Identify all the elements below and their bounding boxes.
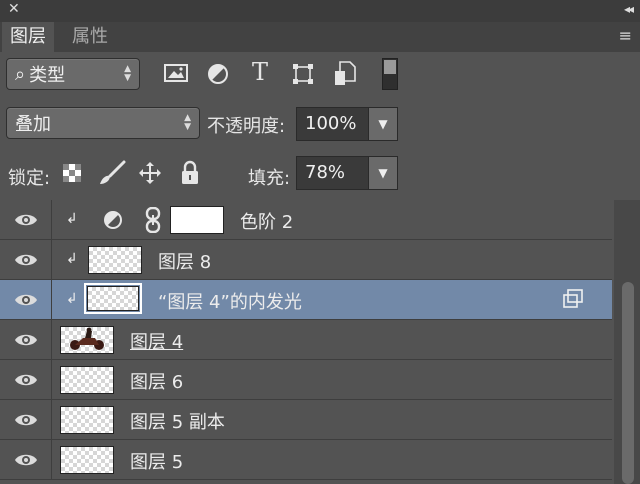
lock-transparent-pixels-icon[interactable] xyxy=(62,163,82,183)
smart-object-filter-icon[interactable] xyxy=(334,61,356,87)
lock-label: 锁定: xyxy=(8,168,51,189)
eye-icon xyxy=(15,334,37,346)
tab-properties[interactable]: 属性 xyxy=(64,22,116,52)
visibility-toggle[interactable] xyxy=(0,440,52,479)
search-icon: ⌕ xyxy=(15,63,26,85)
layer-row-selected[interactable]: ↲ “图层 4”的内发光 xyxy=(0,280,612,320)
adjustment-filter-icon[interactable] xyxy=(207,63,229,85)
shape-filter-icon[interactable] xyxy=(292,63,314,85)
layer-mask-thumbnail[interactable] xyxy=(170,206,224,234)
eye-icon xyxy=(15,254,37,266)
blend-mode-select[interactable]: 叠加 ▲ ▼ xyxy=(6,107,200,139)
chevron-updown-icon: ▲ ▼ xyxy=(124,64,131,83)
layers-scrollbar-thumb[interactable] xyxy=(622,282,634,484)
layer-thumbnail[interactable] xyxy=(60,326,114,354)
eye-icon xyxy=(15,214,37,226)
layer-thumbnail-frame[interactable] xyxy=(84,283,142,314)
visibility-toggle[interactable] xyxy=(0,240,52,279)
close-panel-icon[interactable]: ✕ xyxy=(8,1,20,17)
layer-thumbnail[interactable] xyxy=(60,446,114,474)
layer-row[interactable]: ↲ 色阶 2 xyxy=(0,200,612,240)
panel-tab-strip: 图层 属性 ≡ xyxy=(0,22,640,52)
smart-object-icon xyxy=(563,289,583,308)
layer-name[interactable]: 图层 5 副本 xyxy=(130,408,225,434)
layer-row[interactable]: ↲ 图层 8 xyxy=(0,240,612,280)
eye-icon xyxy=(15,454,37,466)
layer-thumbnail xyxy=(87,286,139,311)
chevron-updown-icon: ▲ ▼ xyxy=(184,113,191,132)
adjustment-layer-icon xyxy=(104,211,122,229)
opacity-input[interactable]: 100% xyxy=(296,107,368,141)
image-filter-icon[interactable] xyxy=(164,63,188,83)
filter-toggle-icon[interactable] xyxy=(382,58,398,90)
panel-title-bar: ✕ ◂◂ xyxy=(0,0,640,22)
layer-thumbnail[interactable] xyxy=(88,246,142,274)
layers-list: ↲ 色阶 2 ↲ 图层 8 ↲ “图层 4”的内发光 图层 4 图层 6 图层 … xyxy=(0,200,614,484)
blend-mode-value: 叠加 xyxy=(15,114,51,135)
layer-name[interactable]: 图层 5 xyxy=(130,448,183,474)
visibility-toggle[interactable] xyxy=(0,280,52,319)
chain-link-icon[interactable] xyxy=(144,207,162,233)
layer-name[interactable]: 图层 6 xyxy=(130,368,183,394)
opacity-dropdown-button[interactable]: ▼ xyxy=(368,107,398,141)
fill-dropdown-button[interactable]: ▼ xyxy=(368,156,398,190)
layer-row[interactable]: 图层 5 副本 xyxy=(0,400,612,440)
visibility-toggle[interactable] xyxy=(0,360,52,399)
visibility-toggle[interactable] xyxy=(0,320,52,359)
chevron-down-icon: ▼ xyxy=(378,166,388,180)
lock-all-icon[interactable] xyxy=(180,160,200,186)
eye-icon xyxy=(15,414,37,426)
layer-thumbnail[interactable] xyxy=(60,366,114,394)
layer-row[interactable]: 图层 6 xyxy=(0,360,612,400)
motorbike-rider-icon xyxy=(70,327,104,350)
clipping-mask-icon: ↲ xyxy=(66,291,78,307)
lock-image-pixels-icon[interactable] xyxy=(98,160,126,186)
layer-name[interactable]: 图层 4 xyxy=(130,328,183,354)
visibility-toggle[interactable] xyxy=(0,200,52,239)
layer-row[interactable]: 图层 5 xyxy=(0,440,612,480)
layer-name[interactable]: “图层 4”的内发光 xyxy=(158,288,302,314)
fill-label: 填充: xyxy=(248,168,291,189)
tab-layers[interactable]: 图层 xyxy=(2,22,54,52)
layer-thumbnail[interactable] xyxy=(60,406,114,434)
fill-input[interactable]: 78% xyxy=(296,156,368,190)
opacity-label: 不透明度: xyxy=(207,116,286,137)
layer-row[interactable]: 图层 4 xyxy=(0,320,612,360)
clipping-mask-icon: ↲ xyxy=(66,251,78,267)
filter-kind-label: 类型 xyxy=(29,65,66,86)
layer-name[interactable]: 图层 8 xyxy=(158,248,211,274)
lock-position-icon[interactable] xyxy=(138,161,162,185)
layer-filter-kind-select[interactable]: ⌕ 类型 ▲ ▼ xyxy=(6,58,140,90)
collapse-panel-icon[interactable]: ◂◂ xyxy=(624,2,634,16)
visibility-toggle[interactable] xyxy=(0,400,52,439)
type-filter-icon[interactable]: T xyxy=(248,58,272,88)
eye-icon xyxy=(15,294,37,306)
clipping-mask-icon: ↲ xyxy=(66,211,78,227)
panel-menu-icon[interactable]: ≡ xyxy=(619,26,632,45)
layer-name[interactable]: 色阶 2 xyxy=(240,208,293,234)
chevron-down-icon: ▼ xyxy=(378,117,388,131)
eye-icon xyxy=(15,374,37,386)
